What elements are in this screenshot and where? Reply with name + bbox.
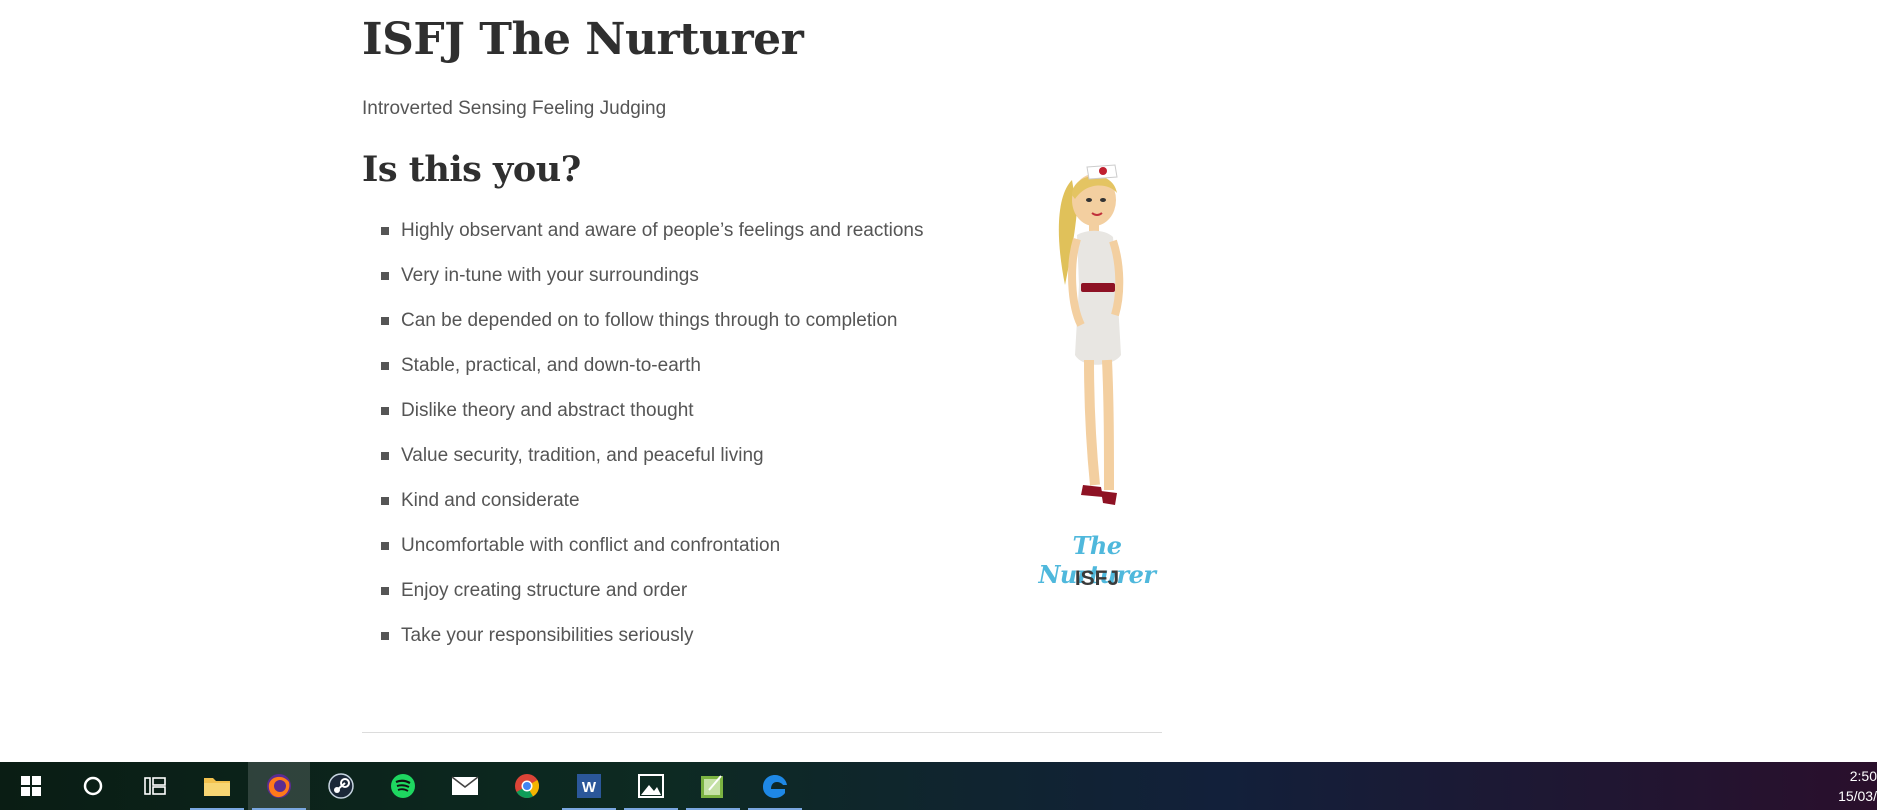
trait-text: Enjoy creating structure and order [401,580,688,601]
bullet-icon [381,227,389,235]
file-explorer-button[interactable] [186,762,248,810]
figure-code: ISFJ [1074,567,1120,590]
nurse-character-image [1058,164,1124,505]
chrome-icon [515,774,540,799]
cortana-button[interactable] [62,762,124,810]
bullet-icon [381,632,389,640]
edge-button[interactable] [744,762,806,810]
list-item: Dislike theory and abstract thought [381,398,923,443]
list-item: Take your responsibilities seriously [381,623,923,668]
spotify-icon [391,774,415,798]
spotify-button[interactable] [372,762,434,810]
bullet-icon [381,452,389,460]
bullet-icon [381,542,389,550]
page-title: ISFJ The Nurturer [362,14,804,65]
list-item: Stable, practical, and down-to-earth [381,353,923,398]
word-button[interactable]: W [558,762,620,810]
trait-text: Highly observant and aware of people’s f… [401,220,924,241]
traits-list: Highly observant and aware of people’s f… [381,218,923,668]
photos-icon [638,774,664,798]
section-heading: Is this you? [362,149,581,190]
windows-logo-icon [21,776,41,796]
start-button[interactable] [0,762,62,810]
mail-button[interactable] [434,762,496,810]
steam-icon [328,773,354,799]
trait-text: Kind and considerate [401,490,580,511]
divider [362,732,1162,733]
task-view-button[interactable] [124,762,186,810]
trait-text: Value security, tradition, and peaceful … [401,445,764,466]
trait-text: Stable, practical, and down-to-earth [401,355,701,376]
bullet-icon [381,587,389,595]
bullet-icon [381,497,389,505]
chrome-button[interactable] [496,762,558,810]
bullet-icon [381,317,389,325]
edge-icon [763,775,787,798]
list-item: Value security, tradition, and peaceful … [381,443,923,488]
steam-button[interactable] [310,762,372,810]
page-subtitle: Introverted Sensing Feeling Judging [362,98,667,119]
cortana-icon [83,776,103,796]
bullet-icon [381,362,389,370]
nurturer-illustration: The Nurturer ISFJ [1017,155,1177,595]
folder-icon [204,778,230,796]
trait-text: Dislike theory and abstract thought [401,400,694,421]
bullet-icon [381,407,389,415]
trait-text: Uncomfortable with conflict and confront… [401,535,781,556]
clock-time: 2:50 [1849,768,1877,784]
mail-icon [451,776,479,795]
task-view-icon [144,777,166,795]
trait-text: Can be depended on to follow things thro… [401,310,898,331]
list-item: Very in-tune with your surroundings [381,263,923,308]
list-item: Enjoy creating structure and order [381,578,923,623]
trait-text: Very in-tune with your surroundings [401,265,699,286]
list-item: Kind and considerate [381,488,923,533]
trait-text: Take your responsibilities seriously [401,625,694,646]
list-item: Highly observant and aware of people’s f… [381,218,923,263]
list-item: Can be depended on to follow things thro… [381,308,923,353]
web-page: ISFJ The Nurturer Introverted Sensing Fe… [0,0,1877,762]
firefox-button[interactable] [248,762,310,810]
firefox-icon [267,774,291,798]
notes-app-button[interactable] [682,762,744,810]
clock-date: 15/03/ [1838,788,1877,804]
svg-text:W: W [582,779,597,796]
windows-taskbar: W 2:50 15/03/ [0,762,1877,810]
system-clock[interactable]: 2:50 15/03/ [1817,766,1877,806]
list-item: Uncomfortable with conflict and confront… [381,533,923,578]
photos-button[interactable] [620,762,682,810]
notes-app-icon [701,775,723,798]
word-icon: W [577,774,601,798]
bullet-icon [381,272,389,280]
